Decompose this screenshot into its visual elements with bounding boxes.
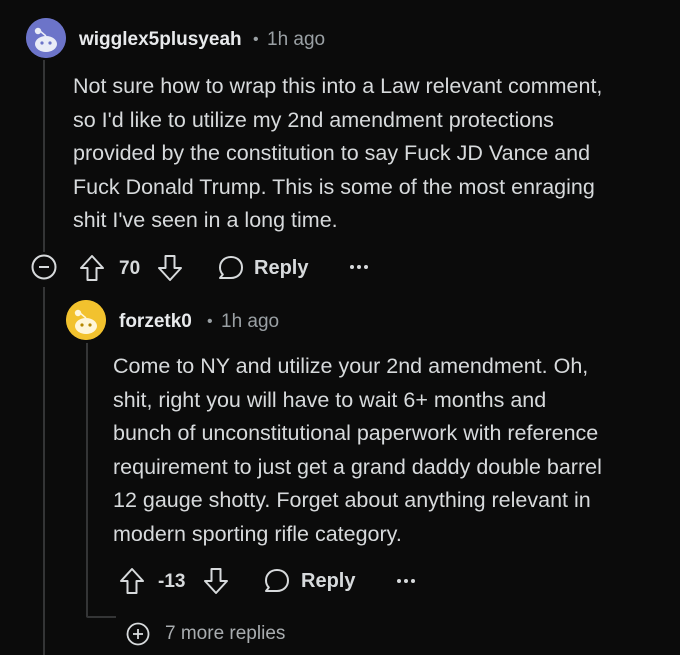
arrow-up-icon bbox=[80, 255, 104, 281]
more-replies-label[interactable]: 7 more replies bbox=[165, 623, 285, 645]
comment-line: Come to NY and utilize your 2nd amendmen… bbox=[113, 354, 589, 378]
reply-label[interactable]: Reply bbox=[301, 570, 355, 593]
vote-count: -13 bbox=[158, 571, 186, 592]
thread-line-main bbox=[43, 60, 45, 252]
arrow-down-icon bbox=[204, 568, 228, 594]
comment-line: shit, right you will have to wait 6+ mon… bbox=[113, 387, 547, 412]
username[interactable]: forzetk0 bbox=[119, 311, 192, 333]
separator-dot: • bbox=[253, 31, 259, 48]
reply-button[interactable] bbox=[217, 254, 245, 282]
speech-bubble-icon bbox=[265, 569, 289, 592]
ellipsis-icon bbox=[397, 579, 415, 583]
timestamp: 1h ago bbox=[267, 29, 326, 50]
separator-dot: • bbox=[207, 313, 213, 330]
avatar[interactable] bbox=[26, 18, 66, 58]
downvote-button[interactable] bbox=[157, 254, 183, 282]
ellipsis-icon bbox=[350, 265, 368, 269]
arrow-up-icon bbox=[120, 568, 144, 594]
upvote-button[interactable] bbox=[79, 254, 105, 282]
plus-circle-icon bbox=[126, 622, 150, 646]
comment-line: shit I've seen in a long time. bbox=[73, 208, 338, 233]
comment-line: requirement to just get a grand daddy do… bbox=[113, 454, 602, 479]
avatar[interactable] bbox=[66, 300, 106, 340]
comment-line: 12 gauge shotty. Forget about anything r… bbox=[113, 488, 591, 513]
overflow-menu-button[interactable] bbox=[349, 263, 369, 271]
comment-body: Come to NY and utilize your 2nd amendmen… bbox=[113, 350, 602, 552]
thread-line-bottom bbox=[43, 287, 45, 655]
vote-count: 70 bbox=[119, 258, 141, 279]
collapse-button[interactable] bbox=[31, 254, 57, 280]
more-replies-button[interactable] bbox=[126, 622, 150, 646]
comment-line: modern sporting rifle category. bbox=[113, 521, 402, 546]
snoo-avatar-icon bbox=[66, 300, 106, 340]
comment-line: so I'd like to utilize my 2nd amendment … bbox=[73, 107, 554, 132]
comment-body: Not sure how to wrap this into a Law rel… bbox=[73, 70, 602, 238]
timestamp: 1h ago bbox=[221, 311, 280, 332]
thread-line-reply bbox=[86, 616, 116, 618]
snoo-avatar-icon bbox=[26, 18, 66, 58]
comment-line: provided by the constitution to say Fuck… bbox=[73, 141, 591, 166]
comment-line: Not sure how to wrap this into a Law rel… bbox=[73, 74, 603, 98]
minus-circle-icon bbox=[31, 254, 57, 280]
comment-line: bunch of unconstitutional paperwork with… bbox=[113, 421, 599, 446]
overflow-menu-button[interactable] bbox=[396, 577, 416, 585]
username[interactable]: wigglex5plusyeah bbox=[79, 29, 242, 51]
arrow-down-icon bbox=[158, 255, 182, 281]
comment-line: Fuck Donald Trump. This is some of the m… bbox=[73, 174, 595, 199]
speech-bubble-icon bbox=[219, 256, 243, 279]
upvote-button[interactable] bbox=[119, 567, 145, 595]
downvote-button[interactable] bbox=[203, 567, 229, 595]
thread-line-child bbox=[86, 343, 88, 617]
reply-label[interactable]: Reply bbox=[254, 257, 308, 280]
reply-button[interactable] bbox=[263, 567, 291, 595]
